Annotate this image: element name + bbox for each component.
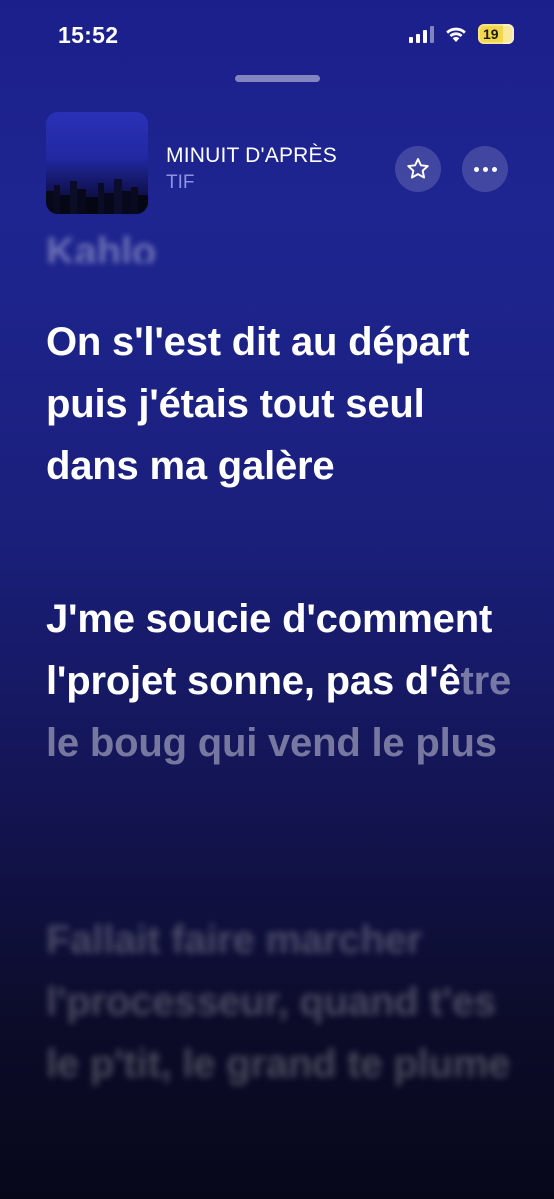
now-playing-header: MINUIT D'APRÈS TIF — [46, 112, 516, 216]
wifi-icon — [446, 27, 466, 42]
song-info: MINUIT D'APRÈS TIF — [166, 144, 337, 194]
song-title: MINUIT D'APRÈS — [166, 144, 337, 167]
lyric-line[interactable]: On s'l'est dit au départ puis j'étais to… — [46, 311, 516, 497]
battery-level: 19 — [483, 26, 499, 42]
ellipsis-icon — [473, 166, 497, 172]
clock: 15:52 — [58, 22, 119, 48]
favorite-button[interactable] — [395, 146, 441, 192]
city-skyline-art — [46, 179, 148, 214]
previous-lyric-line[interactable]: Kahlo — [46, 221, 156, 263]
active-lyric-line[interactable]: J'me soucie d'comment l'projet sonne, pa… — [46, 588, 516, 774]
status-bar: 15:52 19 — [0, 0, 554, 70]
star-icon — [407, 158, 429, 179]
sheet-grabber[interactable] — [235, 75, 320, 82]
next-lyric-line[interactable]: Fallait faire marcher l'processeur, quan… — [46, 909, 516, 1095]
status-icons: 19 — [409, 24, 514, 44]
more-options-button[interactable] — [462, 146, 508, 192]
cellular-signal-icon — [409, 25, 434, 43]
album-artwork[interactable] — [46, 112, 148, 214]
sung-portion: J'me soucie d'comment l'projet sonne, pa… — [46, 597, 493, 703]
battery-indicator: 19 — [478, 24, 514, 44]
song-artist[interactable]: TIF — [166, 172, 337, 194]
